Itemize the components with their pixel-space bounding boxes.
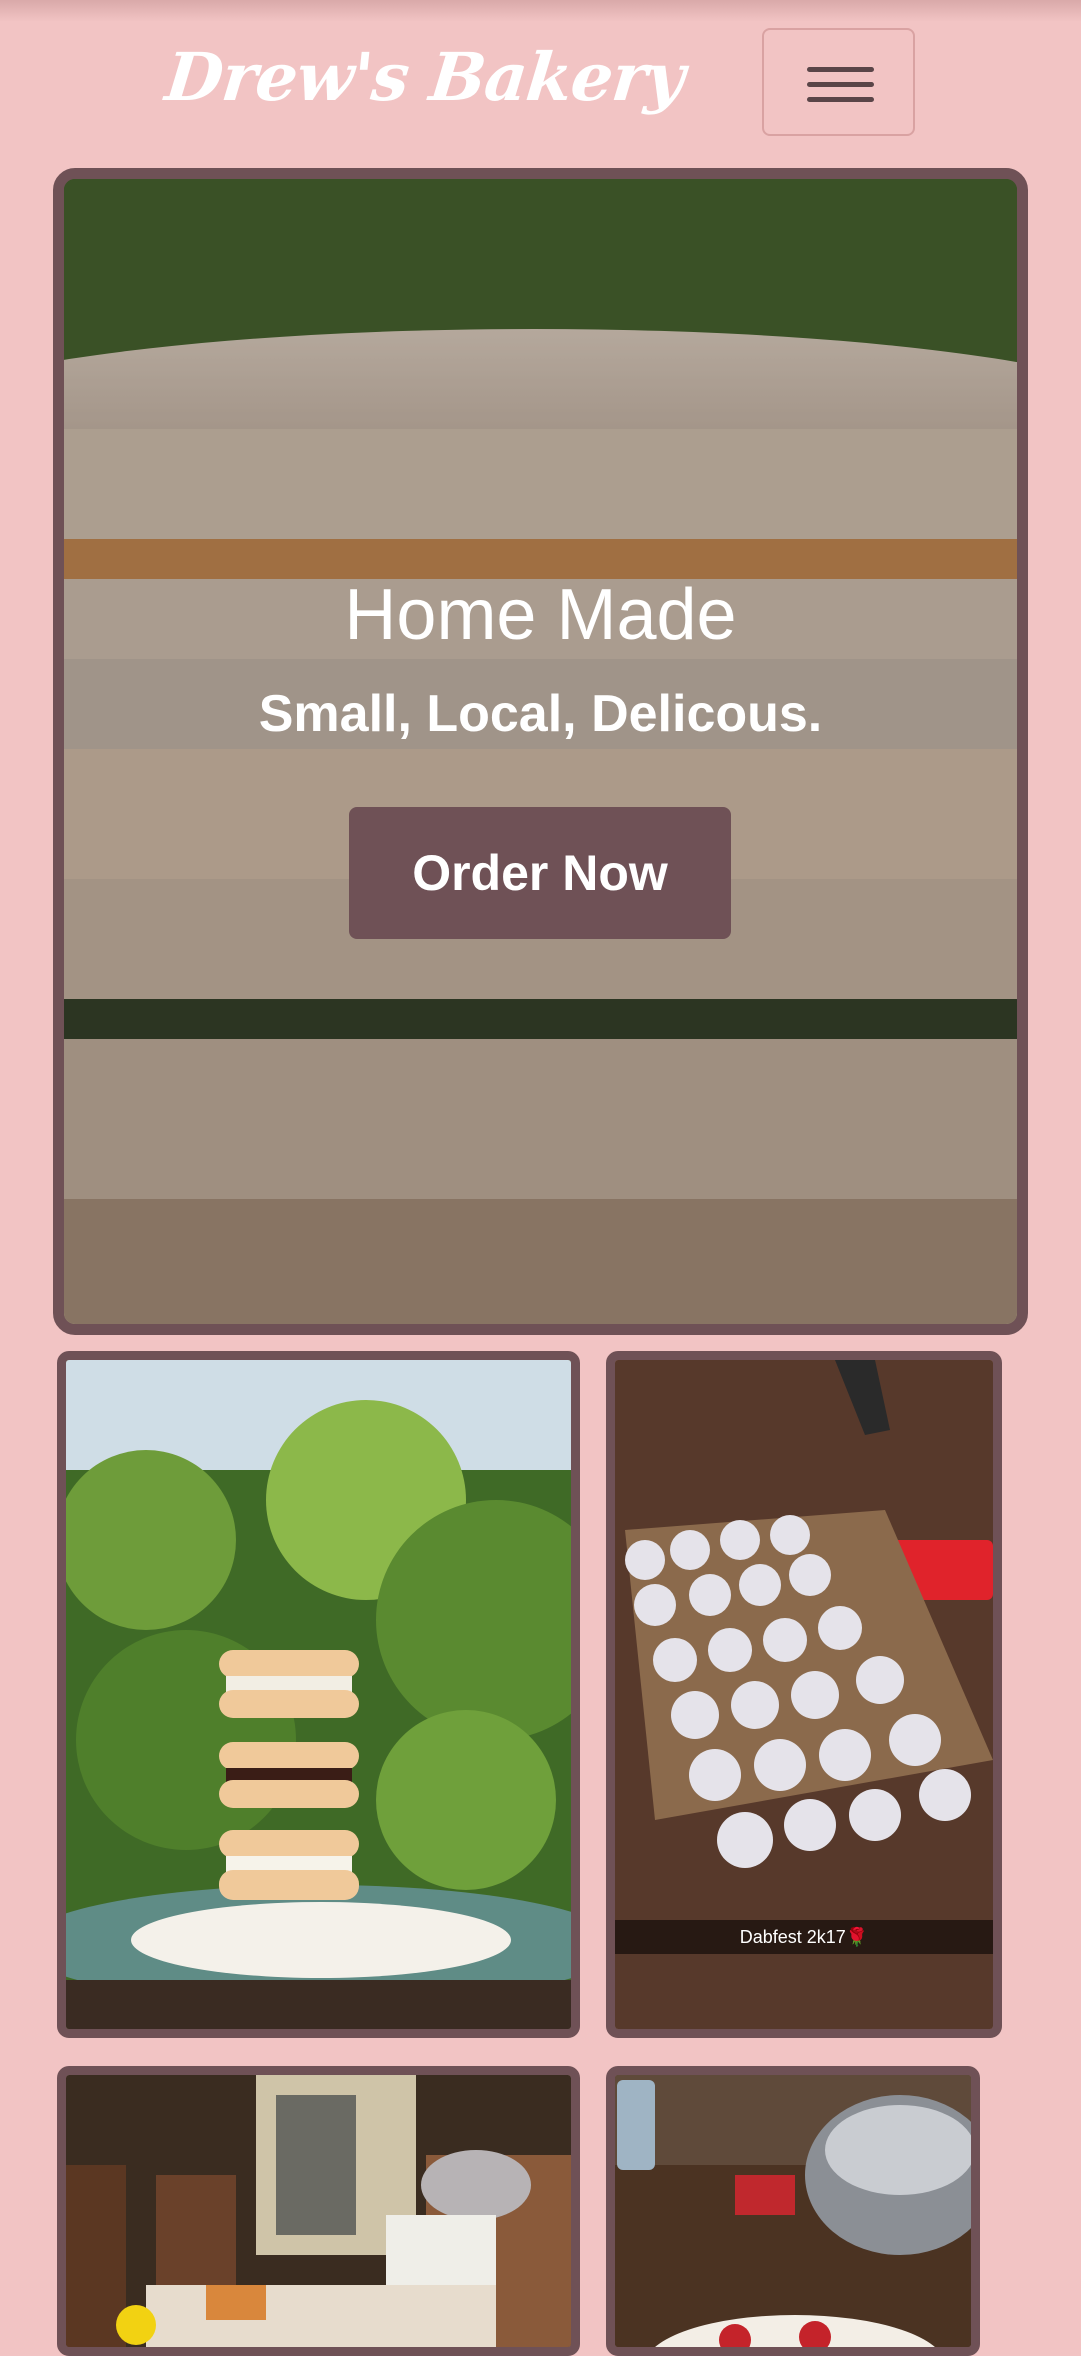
gallery-card[interactable] [57, 2066, 580, 2356]
order-now-button[interactable]: Order Now [349, 807, 731, 939]
hamburger-line [807, 97, 874, 102]
party-table-photo [66, 2075, 571, 2347]
hamburger-line [807, 67, 874, 72]
hamburger-line [807, 82, 874, 87]
photo-caption: Dabfest 2k17🌹 [615, 1920, 993, 1954]
hero-overlay [64, 179, 1017, 1324]
hero-subtitle: Small, Local, Delicous. [258, 685, 823, 743]
gallery-card[interactable] [57, 1351, 580, 2038]
gallery-card[interactable] [606, 2066, 980, 2356]
hero-banner: Home Made Small, Local, Delicous. Order … [53, 168, 1028, 1335]
dessert-photo [615, 2075, 971, 2347]
menu-toggle-button[interactable] [762, 28, 915, 136]
brand-logo[interactable]: Drew's Bakery [162, 38, 688, 116]
macaron-stack-photo [66, 1360, 571, 2029]
navbar: Drew's Bakery [0, 0, 1081, 160]
gallery-card[interactable]: Dabfest 2k17🌹 [606, 1351, 1002, 2038]
hero-title: Home Made [344, 575, 737, 655]
